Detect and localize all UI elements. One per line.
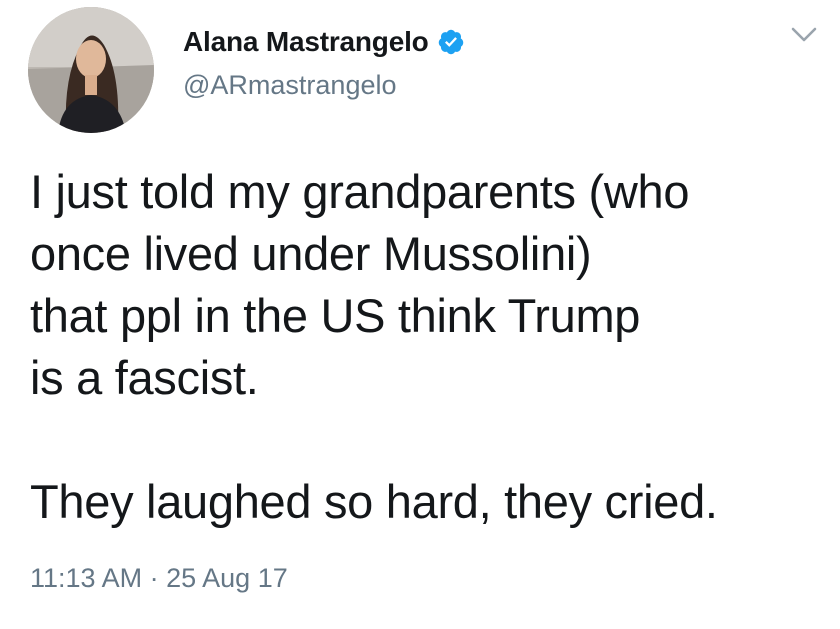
- avatar[interactable]: [28, 7, 154, 133]
- tweet-text: I just told my grandparents (who once li…: [30, 165, 718, 528]
- timestamp-separator: ·: [149, 563, 159, 593]
- tweet-date: 25 Aug 17: [166, 563, 288, 593]
- avatar-photo: [28, 7, 154, 133]
- author-row: Alana Mastrangelo: [183, 22, 465, 62]
- display-name[interactable]: Alana Mastrangelo: [183, 26, 429, 58]
- username-handle[interactable]: @ARmastrangelo: [183, 70, 397, 101]
- tweet-time: 11:13 AM: [30, 563, 143, 593]
- verified-badge-icon: [438, 29, 463, 55]
- tweet-card: Alana Mastrangelo @ARmastrangelo I just …: [0, 0, 840, 629]
- chevron-down-icon[interactable]: [789, 24, 819, 46]
- tweet-timestamp[interactable]: 11:13 AM · 25 Aug 17: [30, 563, 288, 594]
